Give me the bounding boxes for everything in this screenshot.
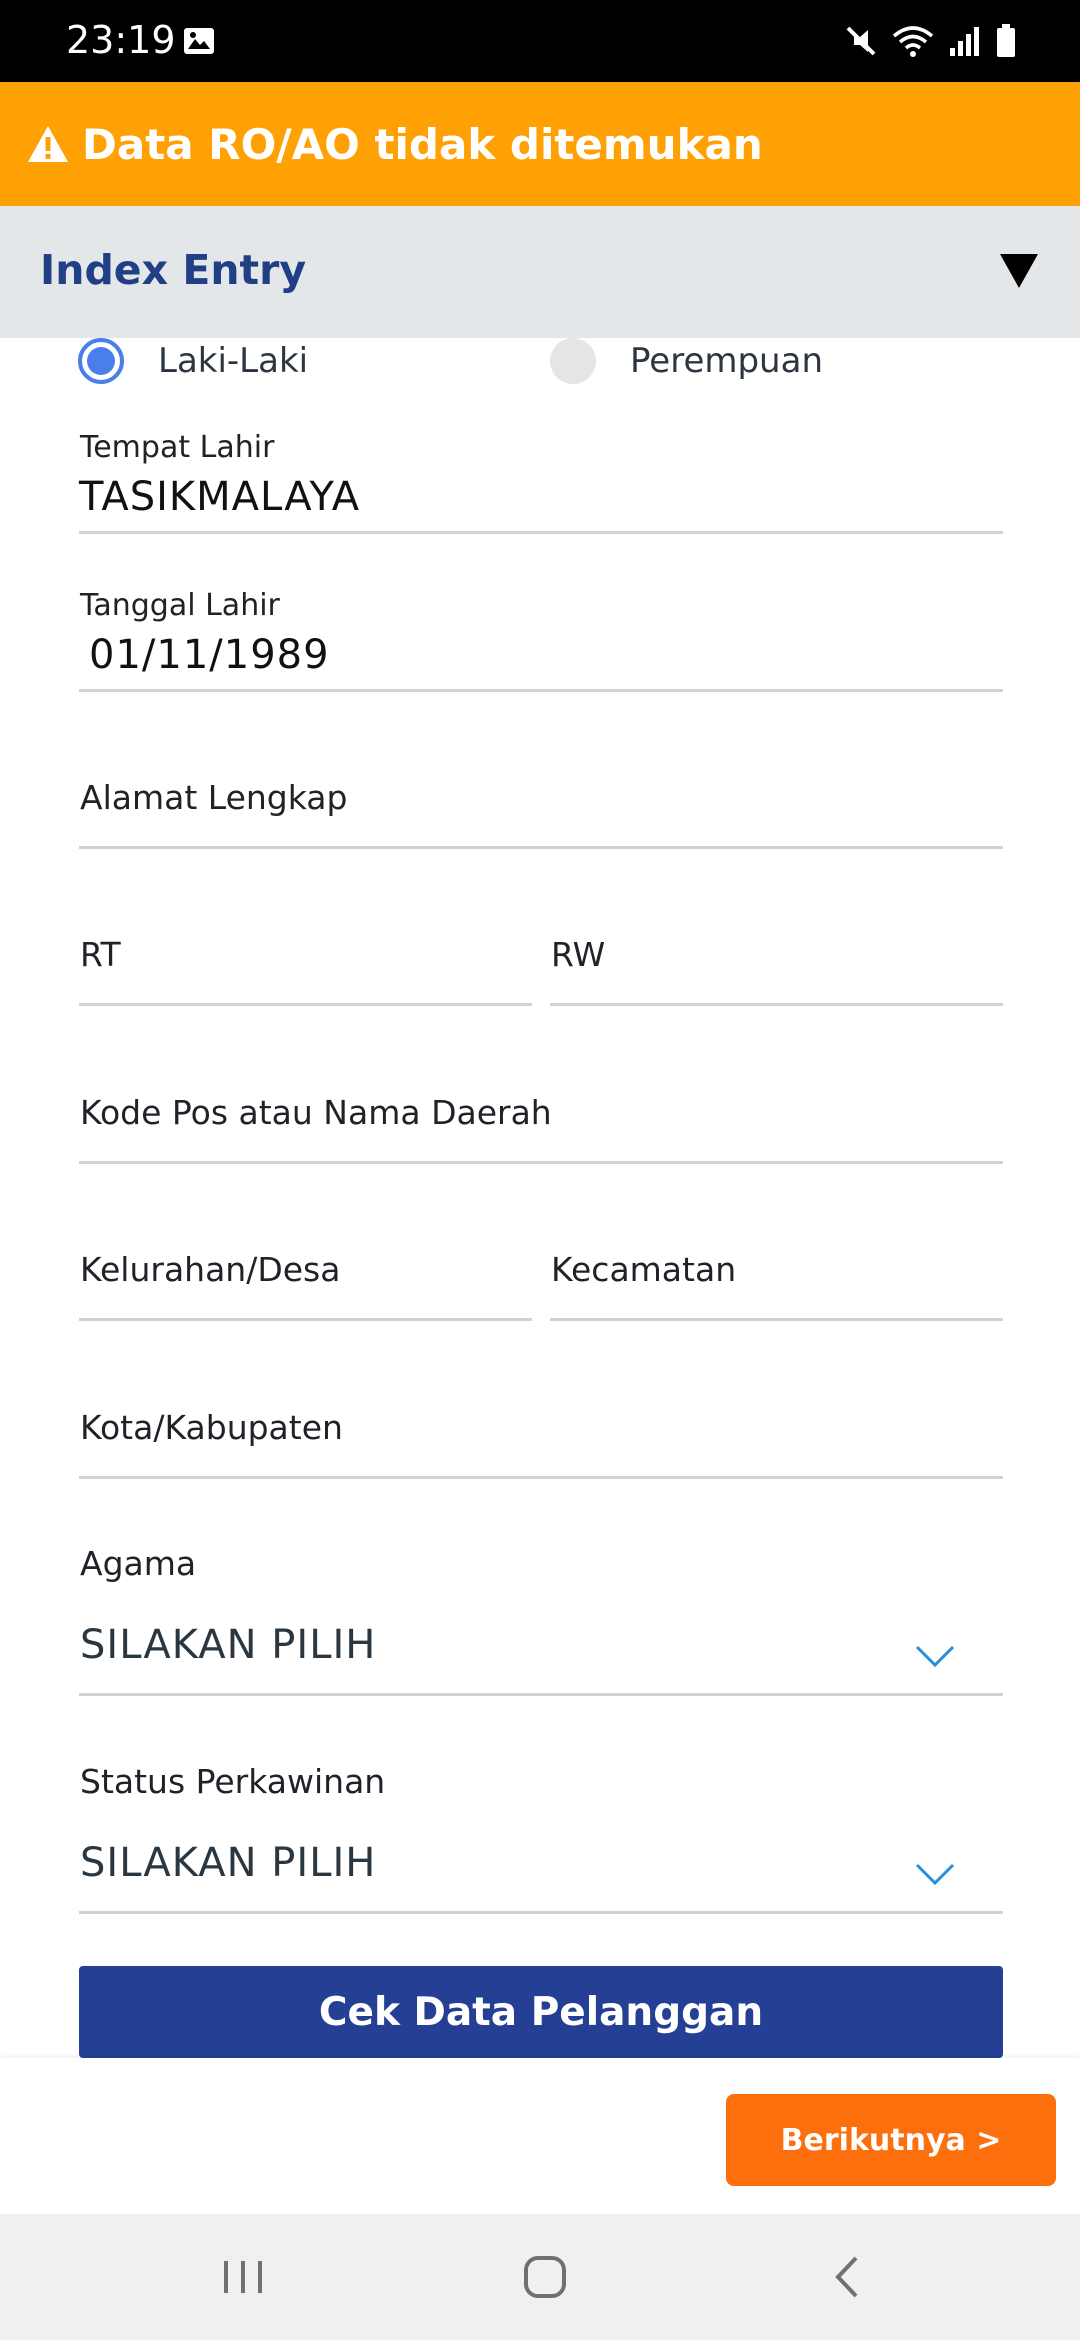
status-right-icons	[844, 20, 1016, 62]
signal-icon	[950, 27, 979, 56]
alamat-placeholder: Alamat Lengkap	[80, 778, 348, 817]
back-icon[interactable]	[812, 2244, 882, 2310]
kelurahan-placeholder: Kelurahan/Desa	[80, 1250, 341, 1289]
radio-unselected-icon	[550, 338, 596, 384]
kelurahan-input[interactable]: Kelurahan/Desa	[79, 1250, 532, 1321]
chevron-down-icon	[915, 1645, 955, 1668]
index-entry-header[interactable]: Index Entry	[0, 206, 1080, 338]
radio-perempuan[interactable]: Perempuan	[550, 338, 823, 384]
tempat-lahir-value: TASIKMALAYA	[79, 474, 361, 520]
field-label: Tanggal Lahir	[80, 588, 280, 623]
agama-value: SILAKAN PILIH	[80, 1622, 377, 1668]
status-time: 23:19	[66, 18, 176, 62]
tanggal-lahir-value: 01/11/1989	[89, 632, 330, 678]
caret-down-icon[interactable]	[1000, 254, 1038, 288]
home-icon[interactable]	[510, 2244, 580, 2310]
kecamatan-input[interactable]: Kecamatan	[550, 1250, 1003, 1321]
battery-icon	[997, 24, 1015, 57]
rt-input[interactable]: RT	[79, 935, 532, 1006]
radio-label: Laki-Laki	[158, 341, 309, 381]
recent-apps-icon[interactable]	[208, 2244, 278, 2310]
mute-icon	[846, 26, 876, 56]
tanggal-lahir-field[interactable]: Tanggal Lahir 01/11/1989	[79, 588, 1003, 692]
status-perkawinan-value: SILAKAN PILIH	[80, 1840, 377, 1886]
select-label: Status Perkawinan	[80, 1762, 386, 1801]
navigation-bar	[0, 2214, 1080, 2340]
bottom-action-bar: Berikutnya >	[0, 2058, 1080, 2214]
radio-laki-laki[interactable]: Laki-Laki	[78, 338, 308, 384]
select-label: Agama	[80, 1544, 197, 1583]
kode-pos-placeholder: Kode Pos atau Nama Daerah	[80, 1093, 552, 1132]
warning-text: Data RO/AO tidak ditemukan	[82, 119, 763, 169]
kode-pos-input[interactable]: Kode Pos atau Nama Daerah	[79, 1093, 1003, 1164]
kota-input[interactable]: Kota/Kabupaten	[79, 1408, 1003, 1479]
next-button[interactable]: Berikutnya >	[726, 2094, 1056, 2186]
gender-radio-group: Laki-Laki Perempuan	[78, 338, 1018, 388]
index-entry-form: Laki-Laki Perempuan Tempat Lahir TASIKMA…	[0, 338, 1080, 2058]
wifi-icon	[892, 26, 934, 57]
status-bar: 23:19	[0, 0, 1080, 82]
radio-selected-icon	[78, 338, 124, 384]
tempat-lahir-field[interactable]: Tempat Lahir TASIKMALAYA	[79, 430, 1003, 534]
section-title: Index Entry	[40, 246, 307, 294]
field-label: Tempat Lahir	[80, 430, 275, 465]
rw-input[interactable]: RW	[550, 935, 1003, 1006]
alamat-lengkap-input[interactable]: Alamat Lengkap	[79, 778, 1003, 849]
agama-select[interactable]: Agama SILAKAN PILIH	[79, 1544, 1003, 1696]
kota-placeholder: Kota/Kabupaten	[80, 1408, 343, 1447]
kecamatan-placeholder: Kecamatan	[551, 1250, 737, 1289]
gallery-icon	[184, 28, 214, 54]
radio-label: Perempuan	[630, 341, 823, 381]
warning-banner: Data RO/AO tidak ditemukan	[0, 82, 1080, 206]
rw-placeholder: RW	[551, 935, 606, 974]
chevron-down-icon	[915, 1863, 955, 1886]
warning-icon	[28, 126, 68, 162]
status-perkawinan-select[interactable]: Status Perkawinan SILAKAN PILIH	[79, 1762, 1003, 1914]
rt-placeholder: RT	[80, 935, 121, 974]
cek-data-pelanggan-button[interactable]: Cek Data Pelanggan	[79, 1966, 1003, 2058]
